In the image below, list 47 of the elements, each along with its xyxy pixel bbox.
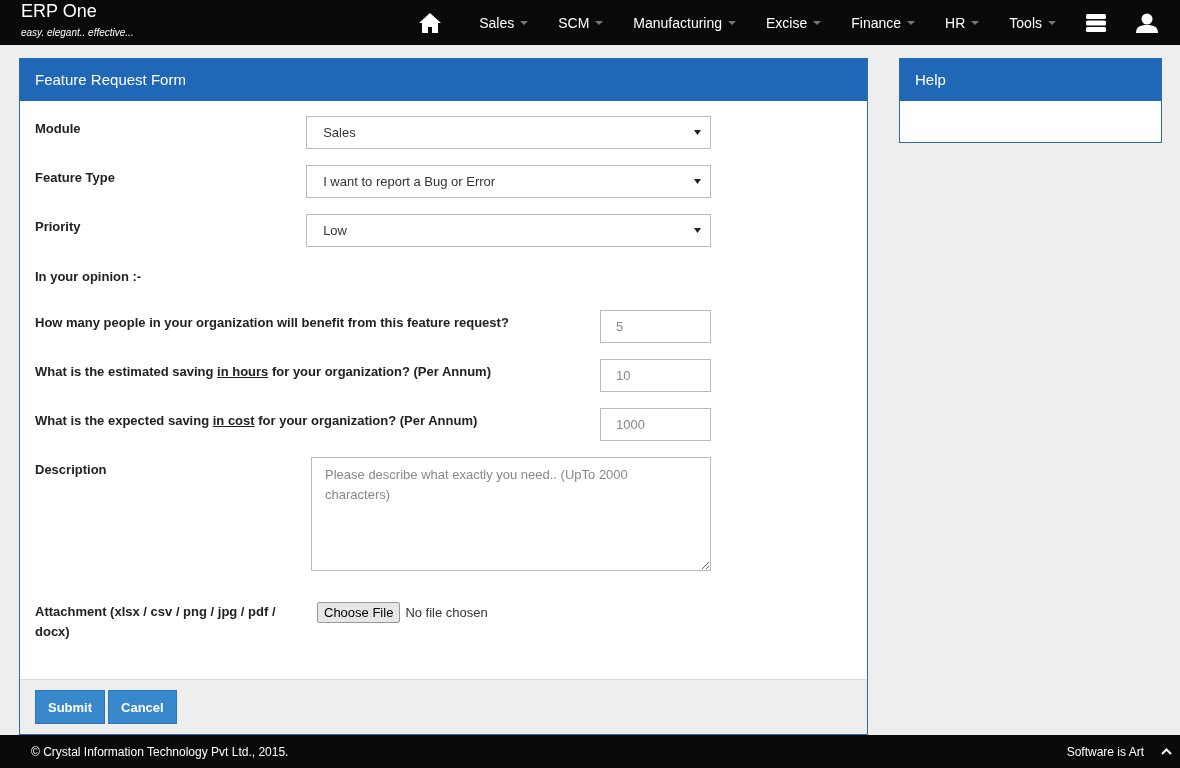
description-field[interactable]: Please describe what exactly you need.. (UpTo 2000 characters) xyxy=(311,457,711,572)
field-label: Description xyxy=(35,461,108,480)
footer-tagline: Software is Art xyxy=(1066,744,1144,759)
scroll-up-icon[interactable] xyxy=(1161,748,1172,756)
field-label: Module xyxy=(35,120,82,139)
nav-menu-item[interactable]: HR xyxy=(930,14,995,31)
app-tagline: easy. elegant.. effective... xyxy=(21,27,134,39)
question-label: What is the estimated saving in hours for your organization? (Per Annum) xyxy=(35,363,492,382)
nav-menu-item[interactable]: Manufacturing xyxy=(618,14,752,31)
help-title: Help xyxy=(900,59,1161,102)
nav-menu-item[interactable]: SCM xyxy=(543,14,619,31)
section-heading: In your opinion :- xyxy=(35,268,143,287)
form-title: Feature Request Form xyxy=(20,59,867,102)
copyright-text: © Crystal Information Technology Pvt Ltd., 2015. xyxy=(31,744,289,759)
form-button[interactable]: Submit xyxy=(35,690,106,725)
caret-icon xyxy=(694,228,701,234)
nav-menu-item[interactable]: Excise xyxy=(751,14,837,31)
number-field[interactable]: 5 xyxy=(600,310,711,344)
question-label: What is the expected saving in cost for your organization? (Per Annum) xyxy=(35,412,479,431)
field-label: Attachment (xlsx / csv / png / jpg / pdf / docx) xyxy=(35,603,277,642)
user-icon[interactable] xyxy=(1136,12,1158,33)
question-label: How many people in your organization will benefit from this feature request? xyxy=(35,314,510,333)
app-title: ERP One xyxy=(21,1,98,23)
caret-icon xyxy=(694,179,701,185)
choose-file-button[interactable]: Choose File xyxy=(317,602,401,624)
home-icon[interactable] xyxy=(419,12,442,33)
server-stack-icon[interactable] xyxy=(1086,13,1106,32)
caret-icon xyxy=(813,20,822,25)
caret-icon xyxy=(520,20,529,25)
caret-icon xyxy=(1048,20,1056,25)
caret-icon xyxy=(595,20,604,25)
dropdown[interactable]: Sales xyxy=(306,116,711,150)
dropdown[interactable]: I want to report a Bug or Error xyxy=(306,165,711,199)
caret-icon xyxy=(728,20,737,25)
number-field[interactable]: 1000 xyxy=(600,408,711,442)
field-label: Feature Type xyxy=(35,169,116,188)
nav-menu-item[interactable]: Sales xyxy=(464,14,544,31)
nav-menu-item[interactable]: Finance xyxy=(836,14,931,31)
dropdown[interactable]: Low xyxy=(306,214,711,248)
caret-icon xyxy=(907,20,916,25)
form-button[interactable]: Cancel xyxy=(108,690,177,725)
file-status: No file chosen xyxy=(405,605,488,621)
nav-menu-item[interactable]: Tools xyxy=(994,14,1071,31)
number-field[interactable]: 10 xyxy=(600,359,711,393)
caret-icon xyxy=(694,130,701,136)
field-label: Priority xyxy=(35,218,82,237)
caret-icon xyxy=(971,20,980,25)
